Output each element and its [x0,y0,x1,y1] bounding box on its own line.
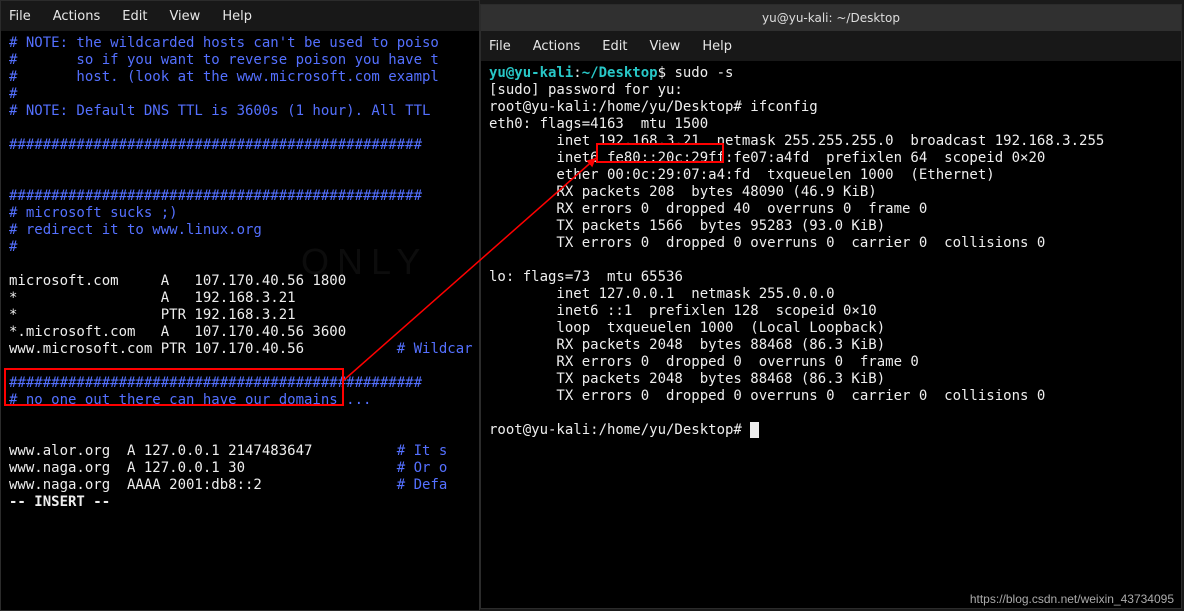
csdn-watermark: https://blog.csdn.net/weixin_43734095 [970,592,1174,606]
annotation-arrow-icon [0,0,1184,611]
